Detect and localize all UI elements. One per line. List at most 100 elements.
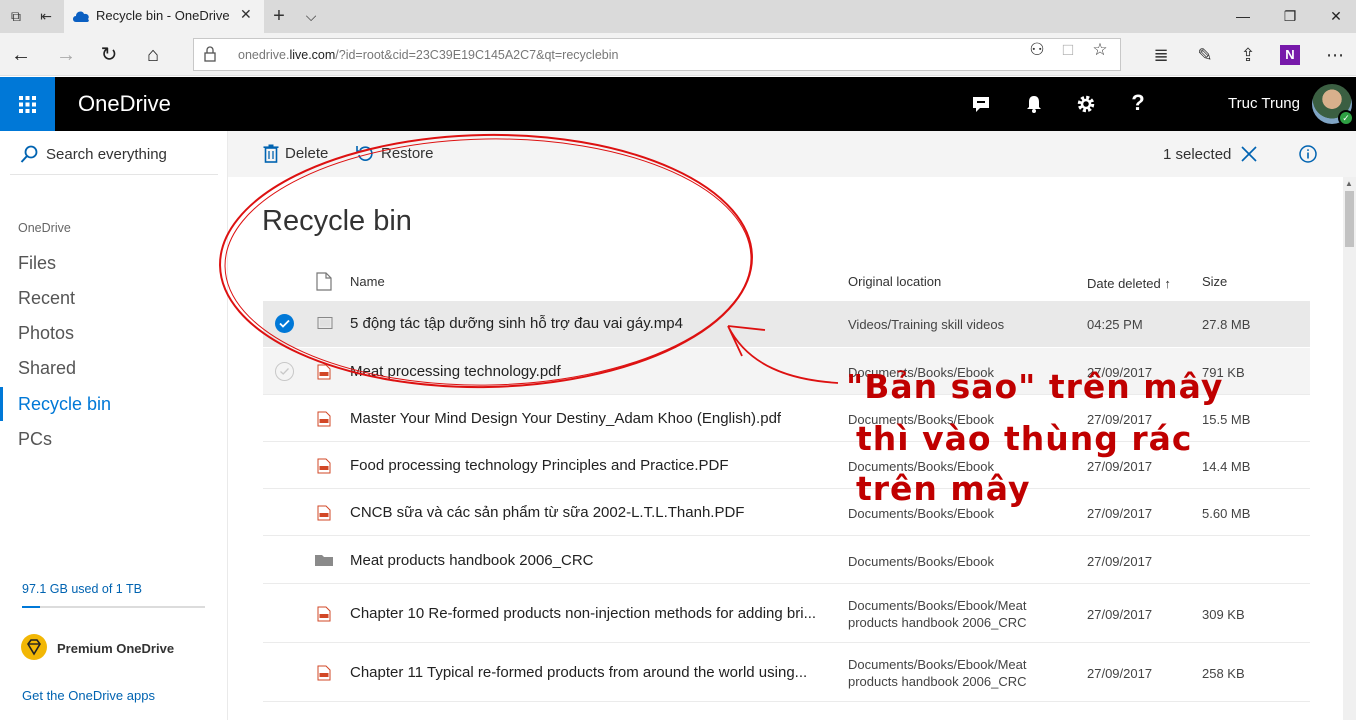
column-header-name[interactable]: Name — [350, 274, 385, 289]
nav-item-files[interactable]: Files — [0, 246, 227, 280]
nav-item-recycle-bin[interactable]: Recycle bin — [0, 387, 227, 421]
diamond-icon — [21, 634, 47, 660]
back-icon[interactable]: ← — [8, 42, 34, 68]
table-row[interactable]: CNCB sữa và các sản phẩm từ sữa 2002-L.T… — [263, 490, 1310, 536]
home-icon[interactable]: ⌂ — [140, 42, 166, 68]
column-header-date-deleted[interactable]: Date deleted ↑ — [1087, 276, 1171, 291]
app-name[interactable]: OneDrive — [78, 91, 171, 117]
row-checkbox[interactable] — [275, 361, 294, 381]
feedback-button[interactable] — [955, 77, 1007, 131]
check-badge-icon: ✓ — [1338, 110, 1354, 126]
scrollbar-thumb[interactable] — [1345, 191, 1354, 247]
feedback-icon — [973, 97, 989, 112]
file-size: 309 KB — [1202, 607, 1245, 622]
suite-bar: OneDrive ? Truc Trung — [0, 77, 1356, 131]
vertical-scrollbar[interactable]: ▲ — [1343, 177, 1356, 720]
file-name[interactable]: Food processing technology Principles an… — [350, 457, 729, 474]
scroll-up-arrow-icon[interactable]: ▲ — [1345, 179, 1353, 188]
lock-icon — [204, 46, 216, 62]
tab-preview-chevron-icon[interactable]: ⌵ — [300, 6, 322, 26]
file-name[interactable]: Meat processing technology.pdf — [350, 363, 561, 380]
nav-item-pcs[interactable]: PCs — [0, 422, 227, 456]
web-note-pen-icon[interactable]: ✎ — [1193, 43, 1217, 67]
table-row[interactable]: 5 động tác tập dưỡng sinh hỗ trợ đau vai… — [263, 301, 1310, 347]
help-button[interactable]: ? — [1112, 77, 1164, 131]
row-checkbox[interactable] — [275, 314, 294, 333]
nav-item-photos[interactable]: Photos — [0, 316, 227, 350]
annotation-line-2: thì vào thùng rác — [856, 419, 1193, 458]
file-name[interactable]: CNCB sữa và các sản phẩm từ sữa 2002-L.T… — [350, 504, 744, 521]
file-date-deleted: 27/09/2017 — [1087, 553, 1153, 569]
info-icon[interactable] — [1298, 144, 1318, 164]
get-apps-link[interactable]: Get the OneDrive apps — [22, 688, 155, 703]
search-input[interactable]: Search everything — [10, 141, 218, 175]
file-original-location: Videos/Training skill videos — [848, 317, 1005, 332]
column-header-size[interactable]: Size — [1202, 274, 1227, 289]
table-row[interactable]: Chapter 11 Typical re-formed products fr… — [263, 644, 1310, 702]
premium-onedrive-link[interactable]: Premium OneDrive — [57, 641, 174, 656]
set-aside-tabs-icon[interactable]: ⇤ — [35, 6, 57, 26]
restore-button[interactable]: Restore — [381, 145, 434, 162]
close-window-icon[interactable]: ✕ — [1316, 6, 1356, 26]
file-name[interactable]: Master Your Mind Design Your Destiny_Ada… — [350, 410, 781, 427]
selection-count: 1 selected — [1163, 146, 1232, 163]
forward-icon[interactable]: → — [53, 42, 79, 68]
table-row[interactable]: Meat products handbook 2006_CRC Documents… — [263, 537, 1310, 584]
file-date-deleted: 27/09/2017 — [1087, 459, 1153, 474]
left-nav: Search everything OneDrive Files Recent Ph… — [0, 131, 228, 720]
file-date-deleted: 27/09/2017 — [1087, 666, 1153, 681]
avatar[interactable]: ✓ — [1312, 84, 1354, 126]
refresh-icon[interactable]: ↻ — [96, 42, 122, 68]
close-tab-icon[interactable]: ✕ — [240, 6, 252, 23]
video-file-icon — [317, 316, 333, 332]
browser-tab-strip: ⧉ ⇤ Recycle bin - OneDrive ✕ + ⌵ — ❐ ✕ — [0, 0, 1356, 33]
restore-icon — [356, 146, 373, 161]
onenote-icon[interactable]: N — [1280, 45, 1300, 65]
table-row[interactable]: Chapter 10 Re-formed products non-inject… — [263, 585, 1310, 643]
storage-quota-link[interactable]: 97.1 GB used of 1 TB — [22, 582, 142, 596]
clear-selection-icon[interactable] — [1239, 144, 1259, 164]
favorite-star-icon[interactable]: ☆ — [1090, 40, 1110, 60]
app-launcher-button[interactable] — [0, 77, 55, 131]
file-size: 15.5 MB — [1202, 412, 1251, 427]
reading-view-icon[interactable]: □ — [1058, 40, 1078, 60]
pdf-file-icon — [317, 606, 331, 622]
notifications-button[interactable] — [1008, 77, 1060, 131]
column-header-original-location[interactable]: Original location — [848, 274, 941, 289]
nav-item-recent[interactable]: Recent — [0, 281, 227, 315]
translate-icon[interactable]: ⚇ — [1027, 40, 1047, 60]
file-name[interactable]: 5 động tác tập dưỡng sinh hỗ trợ đau vai… — [350, 315, 683, 332]
onedrive-cloud-icon — [73, 11, 89, 22]
nav-item-shared[interactable]: Shared — [0, 351, 227, 385]
share-icon[interactable]: ⇪ — [1236, 43, 1260, 67]
browser-toolbar: ← → ↻ ⌂ onedrive.live.com/?id=root&cid=2… — [0, 33, 1356, 76]
annotation-line-3: trên mây — [856, 469, 1031, 508]
file-size: 27.8 MB — [1202, 317, 1251, 332]
tab-manager-icon[interactable]: ⧉ — [5, 6, 27, 26]
restore-window-icon[interactable]: ❐ — [1270, 6, 1310, 26]
file-name[interactable]: Chapter 10 Re-formed products non-inject… — [350, 605, 816, 622]
new-tab-icon[interactable]: + — [268, 6, 290, 26]
minimize-icon[interactable]: — — [1223, 6, 1263, 26]
help-icon: ? — [1131, 90, 1145, 115]
file-date-deleted: 27/09/2017 — [1087, 607, 1153, 622]
favorites-hub-icon[interactable]: ≣ — [1149, 43, 1173, 67]
file-name[interactable]: Chapter 11 Typical re-formed products fr… — [350, 664, 807, 681]
browser-tab-active[interactable]: Recycle bin - OneDrive ✕ — [64, 0, 264, 33]
file-name[interactable]: Meat products handbook 2006_CRC — [350, 552, 594, 569]
pdf-file-icon — [317, 364, 331, 380]
tab-title: Recycle bin - OneDrive — [96, 8, 230, 23]
more-options-icon[interactable]: ⋯ — [1323, 43, 1347, 67]
page-title: Recycle bin — [262, 205, 412, 237]
settings-button[interactable] — [1060, 77, 1112, 131]
file-size: 14.4 MB — [1202, 459, 1251, 474]
user-name[interactable]: Truc Trung — [1228, 95, 1300, 112]
delete-button[interactable]: Delete — [285, 145, 328, 162]
file-size: 258 KB — [1202, 666, 1245, 681]
folder-icon — [315, 553, 333, 569]
pdf-file-icon — [317, 665, 331, 681]
pdf-file-icon — [317, 411, 331, 427]
file-type-header-icon[interactable] — [316, 272, 332, 291]
address-bar[interactable]: onedrive.live.com/?id=root&cid=23C39E19C… — [193, 38, 1121, 71]
file-date-deleted: 04:25 PM — [1087, 317, 1143, 332]
